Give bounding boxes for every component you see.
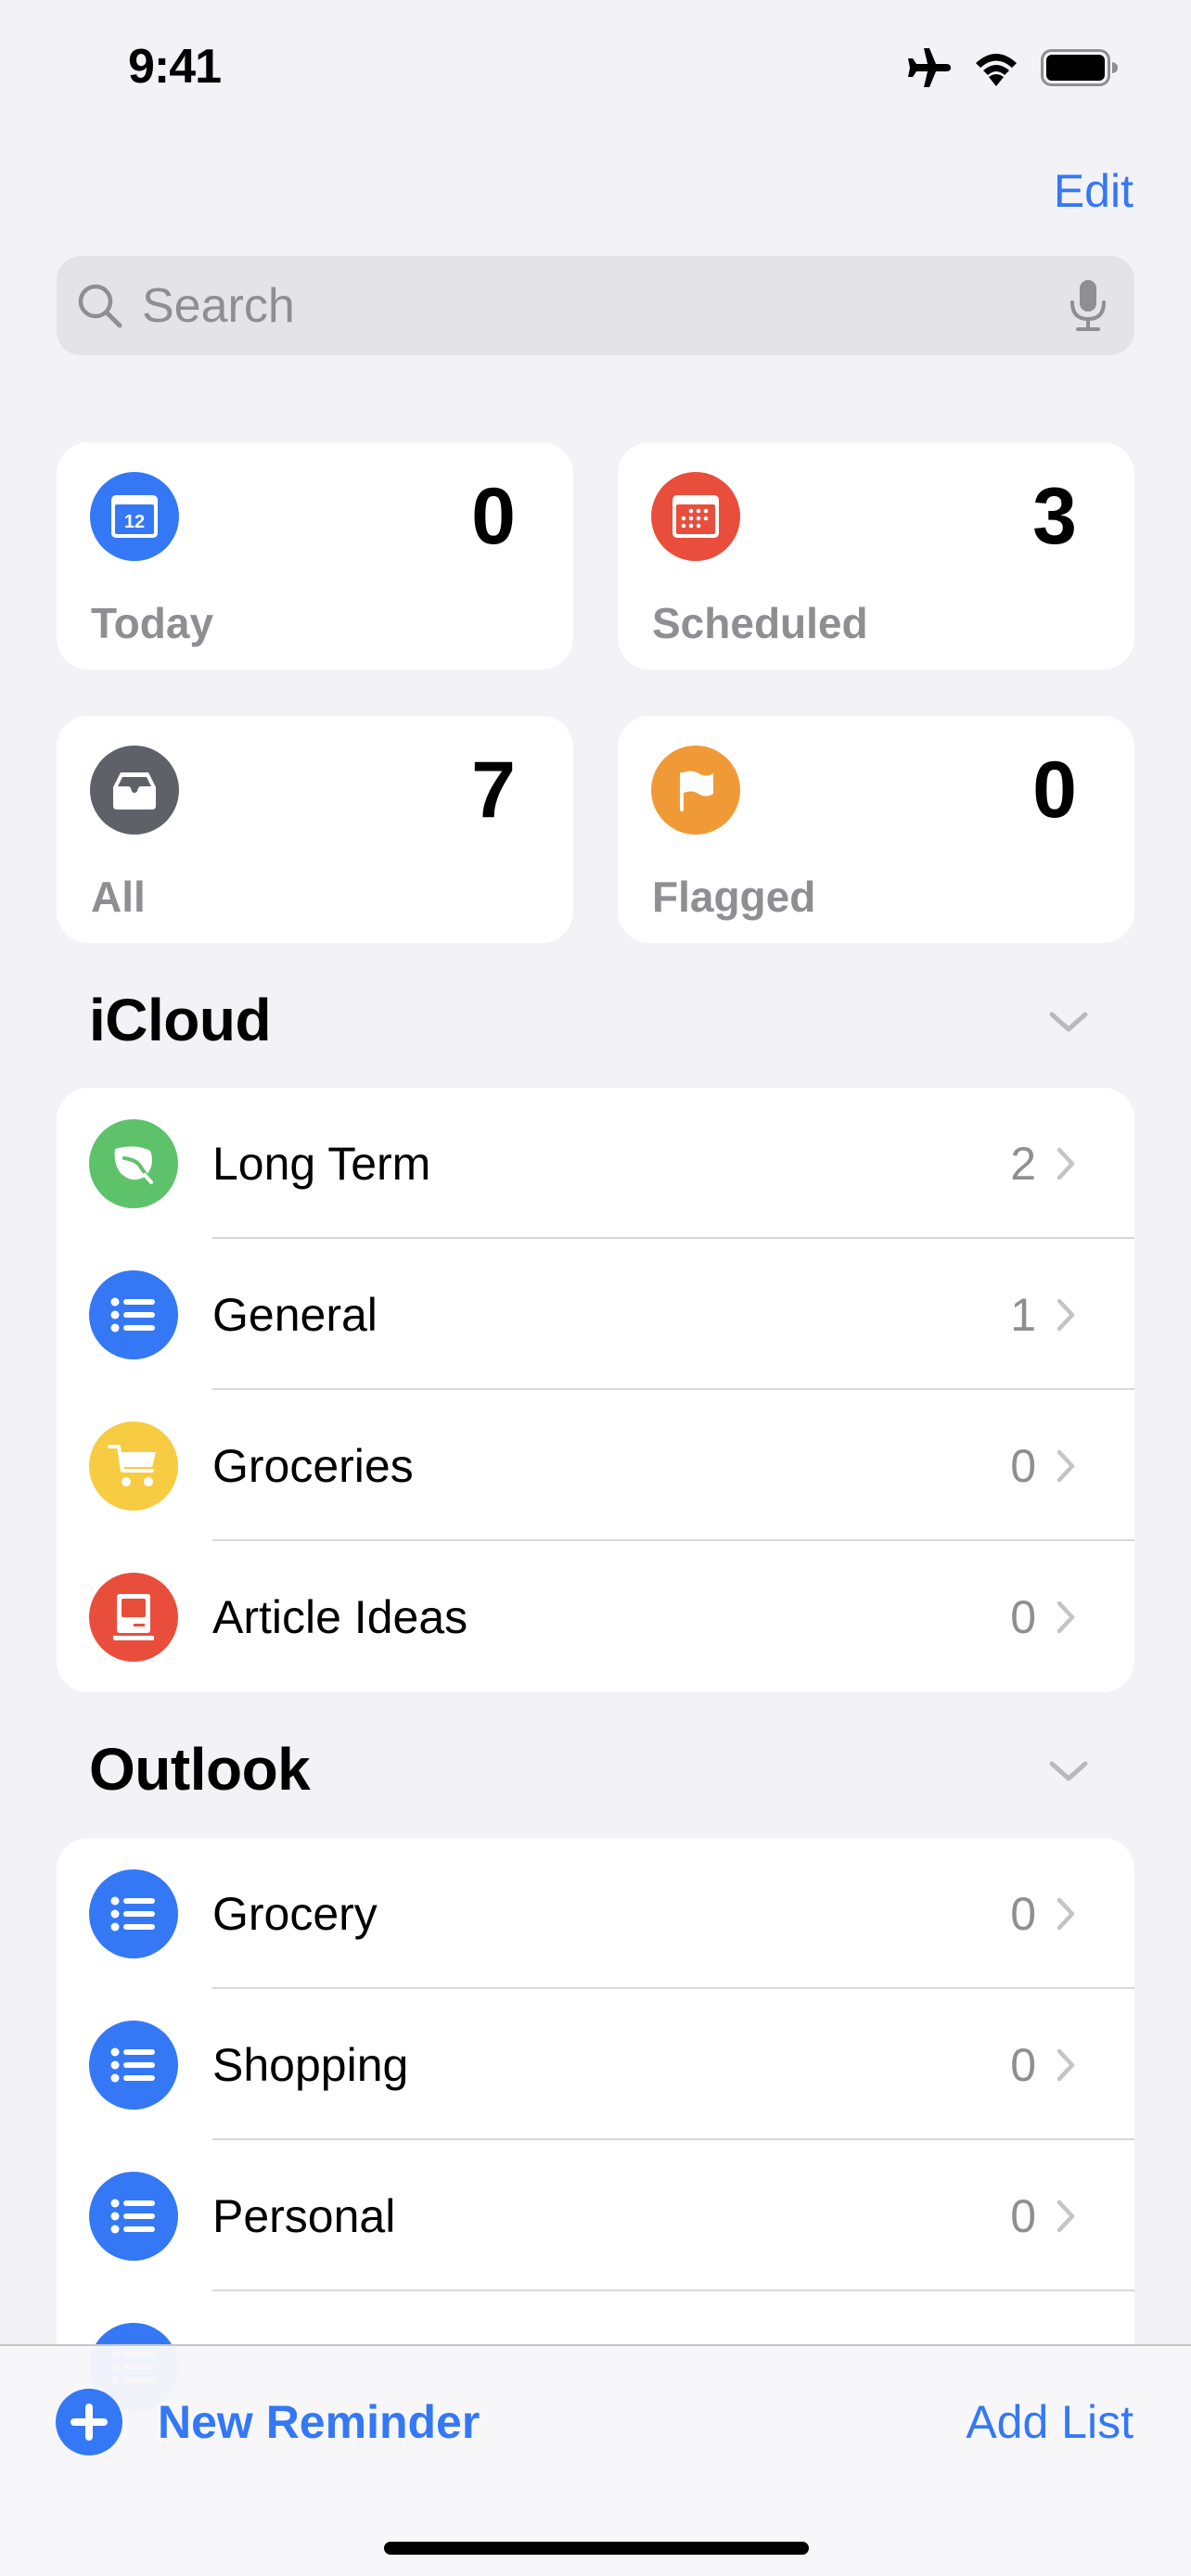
status-icons [905, 46, 1119, 89]
list-count: 0 [1010, 1591, 1036, 1643]
smart-list-all[interactable]: 7 All [57, 716, 573, 943]
chevron-right-icon [1057, 1600, 1075, 1634]
list-label: Shopping [212, 2039, 409, 2091]
computer-icon [89, 1573, 178, 1662]
add-list-button[interactable]: Add List [966, 2394, 1133, 2450]
list-count: 0 [1010, 2039, 1036, 2091]
bottom-toolbar: New Reminder Add List [0, 2344, 1191, 2576]
plus-circle-icon [56, 2389, 122, 2455]
status-time: 9:41 [128, 40, 222, 94]
airplane-mode-icon [908, 48, 951, 87]
scheduled-count: 3 [1032, 472, 1077, 561]
list-item-article-ideas[interactable]: Article Ideas 0 [57, 1541, 1134, 1692]
list-bullet-icon [89, 1270, 178, 1359]
smart-list-today[interactable]: 12 0 Today [57, 442, 573, 670]
new-reminder-button[interactable]: New Reminder [56, 2389, 480, 2455]
list-item-personal[interactable]: Personal 0 [57, 2140, 1134, 2291]
collapse-chevron-icon[interactable] [1048, 1009, 1089, 1035]
list-item-general[interactable]: General 1 [57, 1239, 1134, 1390]
list-bullet-icon [89, 2021, 178, 2110]
chevron-right-icon [1057, 1298, 1075, 1332]
list-label: Long Term [212, 1138, 431, 1190]
chevron-right-icon [1057, 1147, 1075, 1180]
search-bar[interactable] [57, 256, 1134, 355]
section-title-outlook: Outlook [89, 1736, 311, 1803]
microphone-icon[interactable] [1069, 279, 1107, 332]
cart-icon [89, 1422, 178, 1511]
tray-icon [90, 746, 179, 835]
flag-icon [651, 746, 740, 835]
collapse-chevron-icon[interactable] [1048, 1758, 1089, 1784]
list-label: Personal [212, 2190, 396, 2242]
chevron-right-icon [1057, 2200, 1075, 2233]
chevron-right-icon [1057, 1449, 1075, 1483]
today-label: Today [91, 599, 214, 647]
search-icon [78, 284, 122, 327]
list-item-shopping[interactable]: Shopping 0 [57, 1989, 1134, 2140]
list-item-long-term[interactable]: Long Term 2 [57, 1088, 1134, 1239]
list-count: 0 [1010, 2190, 1036, 2242]
home-indicator[interactable] [384, 2542, 809, 2555]
list-count: 2 [1010, 1138, 1036, 1190]
list-count: 0 [1010, 1888, 1036, 1940]
list-item-groceries[interactable]: Groceries 0 [57, 1390, 1134, 1541]
calendar-scheduled-icon [651, 472, 740, 561]
list-count: 1 [1010, 1289, 1036, 1341]
all-count: 7 [471, 746, 516, 835]
list-label: General [212, 1289, 378, 1341]
edit-button[interactable]: Edit [1054, 163, 1133, 219]
icloud-lists: Long Term 2 General 1 Groceries 0 Articl… [57, 1088, 1134, 1692]
list-count: 0 [1010, 1440, 1036, 1492]
list-bullet-icon [89, 2172, 178, 2261]
calendar-today-icon: 12 [90, 472, 179, 561]
search-input[interactable] [142, 273, 1069, 338]
scheduled-label: Scheduled [652, 599, 868, 647]
new-reminder-label: New Reminder [158, 2396, 480, 2448]
list-item-grocery[interactable]: Grocery 0 [57, 1838, 1134, 1989]
smart-list-flagged[interactable]: 0 Flagged [618, 716, 1134, 943]
today-count: 0 [471, 472, 516, 561]
list-label: Grocery [212, 1888, 378, 1940]
all-label: All [91, 873, 146, 921]
flagged-label: Flagged [652, 873, 816, 921]
list-label: Article Ideas [212, 1591, 468, 1643]
section-title-icloud: iCloud [89, 987, 272, 1053]
list-bullet-icon [89, 1869, 178, 1958]
list-label: Groceries [212, 1440, 414, 1492]
wifi-icon [976, 54, 1017, 86]
smart-list-scheduled[interactable]: 3 Scheduled [618, 442, 1134, 670]
chevron-right-icon [1057, 1897, 1075, 1931]
chevron-right-icon [1057, 2048, 1075, 2082]
flagged-count: 0 [1032, 746, 1077, 835]
battery-icon [1041, 49, 1118, 86]
leaf-icon [89, 1119, 178, 1208]
calendar-day: 12 [124, 512, 145, 532]
